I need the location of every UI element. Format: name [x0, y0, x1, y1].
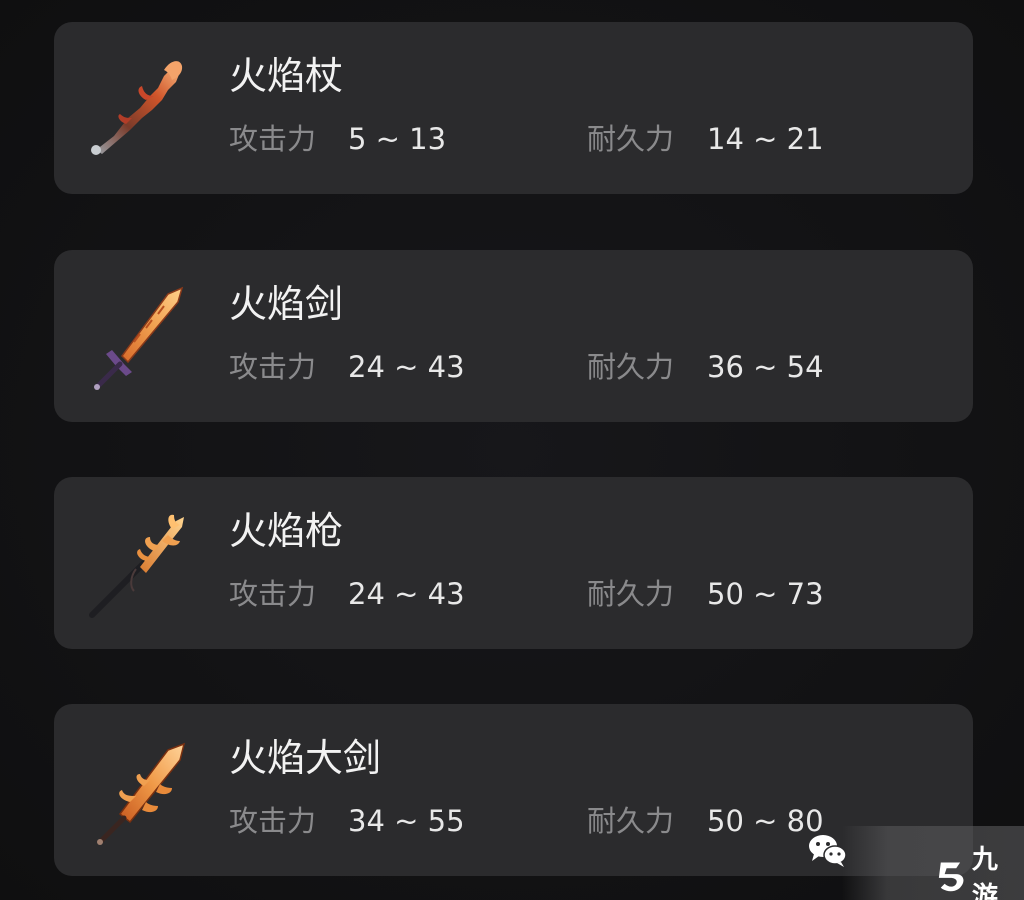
durability-label: 耐久力 — [587, 577, 675, 611]
weapon-list-page: 火焰杖 攻击力 5 ~ 13 耐久力 14 ~ 21 火焰剑 攻击力 24 ~ … — [0, 0, 1024, 900]
weapon-name: 火焰剑 — [229, 282, 344, 326]
attack-label: 攻击力 — [229, 350, 317, 384]
durability-label: 耐久力 — [587, 804, 675, 838]
durability-label: 耐久力 — [587, 122, 675, 156]
weapon-card-flame-spear: 火焰枪 攻击力 24 ~ 43 耐久力 50 ~ 73 — [54, 477, 973, 649]
flame-spear-icon — [84, 507, 196, 619]
attack-value: 24 ~ 43 — [348, 577, 465, 611]
attack-value: 24 ~ 43 — [348, 350, 465, 384]
weapon-card-flame-staff: 火焰杖 攻击力 5 ~ 13 耐久力 14 ~ 21 — [54, 22, 973, 194]
durability-value: 36 ~ 54 — [707, 350, 824, 384]
attack-value: 5 ~ 13 — [348, 122, 447, 156]
9you-logo-icon — [938, 862, 964, 892]
durability-value: 14 ~ 21 — [707, 122, 824, 156]
durability-label: 耐久力 — [587, 350, 675, 384]
wechat-icon — [806, 830, 850, 870]
flame-staff-icon — [84, 52, 196, 164]
weapon-name: 火焰枪 — [229, 509, 344, 553]
weapon-name: 火焰杖 — [229, 54, 344, 98]
9you-logo-text: 九游 — [971, 845, 999, 900]
9you-logo: 九游 — [935, 845, 1024, 900]
flame-greatsword-icon — [84, 734, 196, 846]
attack-label: 攻击力 — [229, 577, 317, 611]
weapon-card-flame-sword: 火焰剑 攻击力 24 ~ 43 耐久力 36 ~ 54 — [54, 250, 973, 422]
attack-label: 攻击力 — [229, 122, 317, 156]
attack-label: 攻击力 — [229, 804, 317, 838]
durability-value: 50 ~ 73 — [707, 577, 824, 611]
attack-value: 34 ~ 55 — [348, 804, 465, 838]
flame-sword-icon — [84, 280, 196, 392]
weapon-name: 火焰大剑 — [229, 736, 382, 780]
